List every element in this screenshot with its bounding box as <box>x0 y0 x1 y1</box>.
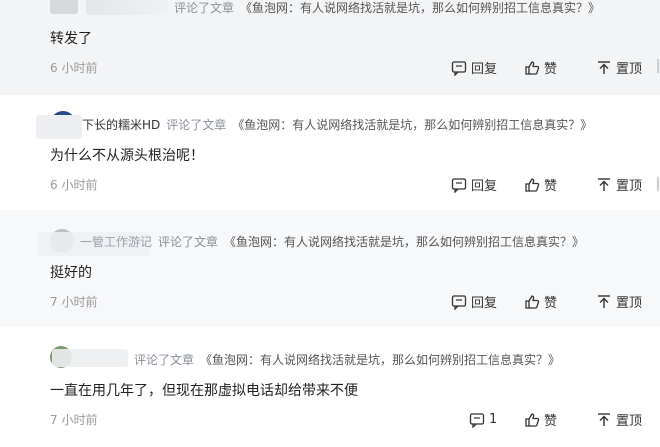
comment-actions: 回复 赞 置顶 <box>451 58 656 77</box>
reply-label: 回复 <box>471 296 498 311</box>
comment-actions: 回复 赞 置顶 <box>451 175 656 194</box>
action-verb: 评论了文章 <box>166 117 227 132</box>
comment-actions: 回复 赞 置顶 <box>451 292 656 311</box>
author-name-blurred[interactable] <box>52 349 128 367</box>
pin-top-icon <box>598 177 610 191</box>
pin-top-label: 置顶 <box>616 414 643 429</box>
comment-time: 7 小时前 <box>50 295 98 309</box>
comment-header: 一管工作游记 评论了文章 《鱼泡网：有人说网络找活就是坑，那么如何辨别招工信息真… <box>80 231 584 251</box>
like-label: 赞 <box>544 62 558 77</box>
pin-top-label: 置顶 <box>616 179 643 194</box>
like-button[interactable]: 赞 <box>524 292 584 311</box>
thumbs-up-icon <box>525 60 540 75</box>
pin-top-button[interactable]: 置顶 <box>596 175 656 194</box>
thumbs-up-icon <box>525 294 540 309</box>
thumbs-up-icon <box>525 412 540 427</box>
pin-top-icon <box>598 412 610 426</box>
pin-top-button[interactable]: 置顶 <box>596 292 656 311</box>
action-verb: 评论了文章 <box>174 0 235 15</box>
comment-header: 下长的糯米HD 评论了文章 《鱼泡网：有人说网络找活就是坑，那么如何辨别招工信息… <box>82 114 592 134</box>
reply-button[interactable]: 回复 <box>451 292 521 311</box>
article-link[interactable]: 《鱼泡网：有人说网络找活就是坑，那么如何辨别招工信息真实？》 <box>224 233 584 250</box>
reply-button[interactable]: 回复 <box>451 58 521 77</box>
like-button[interactable]: 赞 <box>524 58 584 77</box>
like-label: 赞 <box>544 296 558 311</box>
article-link[interactable]: 《鱼泡网：有人说网络找活就是坑，那么如何辨别招工信息真实？》 <box>232 116 592 133</box>
comment-text: 转发了 <box>50 31 92 47</box>
reply-button[interactable]: 1 <box>469 412 521 428</box>
more-indicator[interactable] <box>657 177 659 191</box>
author-name-blurred[interactable] <box>86 0 168 15</box>
article-link[interactable]: 《鱼泡网：有人说网络找活就是坑，那么如何辨别招工信息真实？》 <box>200 351 560 368</box>
like-label: 赞 <box>544 179 558 194</box>
comment-bubble-icon <box>451 60 467 76</box>
author-name[interactable]: 一管工作游记 <box>80 233 152 250</box>
reply-label: 回复 <box>471 62 498 77</box>
pin-top-button[interactable]: 置顶 <box>596 410 656 429</box>
comment-bubble-icon <box>451 294 467 310</box>
avatar[interactable] <box>50 0 78 14</box>
action-verb: 评论了文章 <box>158 234 219 249</box>
pin-top-label: 置顶 <box>616 296 643 311</box>
pin-top-label: 置顶 <box>616 62 643 77</box>
action-verb: 评论了文章 <box>134 352 195 367</box>
comment-actions: 1 赞 置顶 <box>469 410 656 429</box>
comment-item: 一管工作游记 评论了文章 《鱼泡网：有人说网络找活就是坑，那么如何辨别招工信息真… <box>0 210 660 327</box>
pin-top-icon <box>598 60 610 74</box>
pin-top-button[interactable]: 置顶 <box>596 58 656 77</box>
like-label: 赞 <box>544 414 558 429</box>
reply-button[interactable]: 回复 <box>451 175 521 194</box>
comment-text: 一直在用几年了，但现在那虚拟电话却给带来不便 <box>50 383 358 399</box>
like-button[interactable]: 赞 <box>524 410 584 429</box>
reply-label: 回复 <box>471 179 498 194</box>
avatar-blur-overlay <box>36 115 82 139</box>
thumbs-up-icon <box>525 177 540 192</box>
comment-header: 评论了文章 《鱼泡网：有人说网络找活就是坑，那么如何辨别招工信息真实？》 <box>134 349 560 369</box>
more-indicator[interactable] <box>657 59 659 73</box>
comment-time: 6 小时前 <box>50 178 98 192</box>
comment-item: 下长的糯米HD 评论了文章 《鱼泡网：有人说网络找活就是坑，那么如何辨别招工信息… <box>0 95 660 210</box>
comment-bubble-icon <box>451 177 467 193</box>
like-button[interactable]: 赞 <box>524 175 584 194</box>
article-link[interactable]: 《鱼泡网：有人说网络找活就是坑，那么如何辨别招工信息真实？》 <box>240 0 600 16</box>
comment-text: 挺好的 <box>50 265 92 281</box>
comment-item: 评论了文章 《鱼泡网：有人说网络找活就是坑，那么如何辨别招工信息真实？》 转发了… <box>0 0 660 95</box>
comment-bubble-icon <box>469 412 485 428</box>
author-name[interactable]: 下长的糯米HD <box>82 116 160 133</box>
reply-count: 1 <box>489 412 498 427</box>
comment-time: 6 小时前 <box>50 61 98 75</box>
comment-item: 评论了文章 《鱼泡网：有人说网络找活就是坑，那么如何辨别招工信息真实？》 一直在… <box>0 327 660 447</box>
comment-header: 评论了文章 《鱼泡网：有人说网络找活就是坑，那么如何辨别招工信息真实？》 <box>86 0 600 17</box>
pin-top-icon <box>598 294 610 308</box>
comment-time: 7 小时前 <box>50 413 98 427</box>
comment-text: 为什么不从源头根治呢！ <box>50 148 204 164</box>
